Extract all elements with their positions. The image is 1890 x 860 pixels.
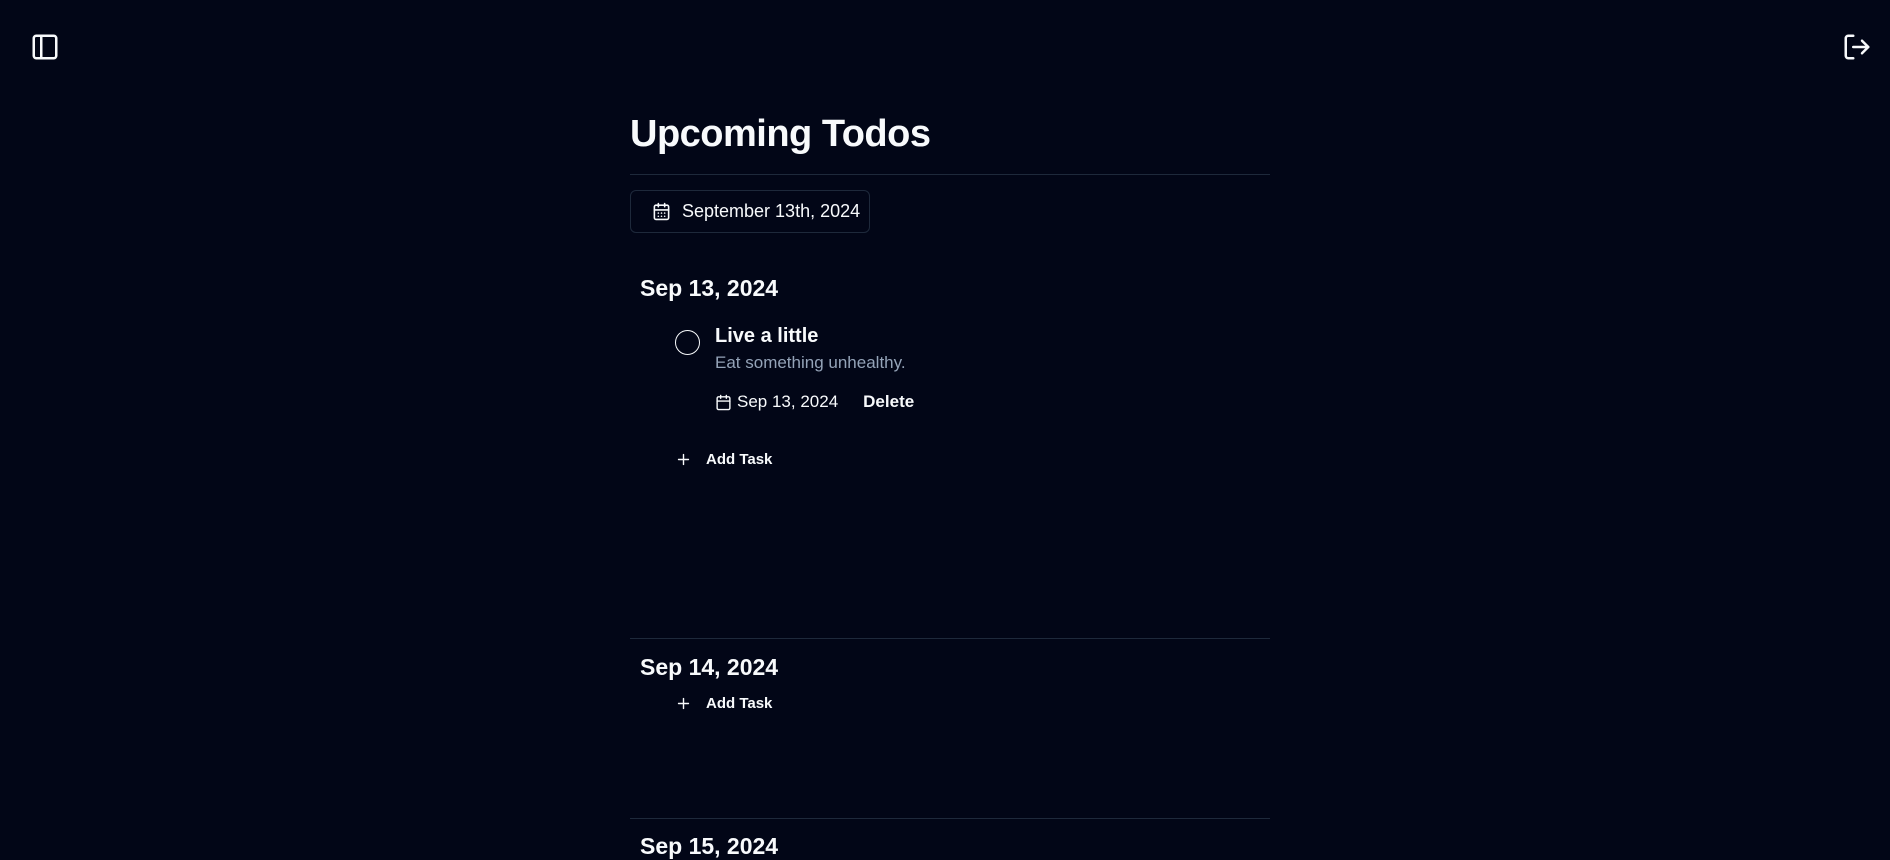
panel-left-icon	[32, 34, 58, 60]
task-title: Live a little	[715, 325, 819, 347]
day-heading: Sep 13, 2024	[640, 275, 779, 301]
task-complete-checkbox[interactable]	[675, 330, 700, 355]
plus-icon	[677, 453, 690, 466]
task-item: Live a little Eat something unhealthy. S…	[675, 325, 1235, 420]
delete-task-button[interactable]: Delete	[863, 392, 914, 412]
logout-button[interactable]	[1842, 32, 1872, 62]
day-divider	[630, 638, 1270, 639]
day-heading: Sep 15, 2024	[640, 833, 779, 859]
sidebar-toggle-button[interactable]	[30, 32, 60, 62]
title-divider	[630, 174, 1270, 175]
page-title: Upcoming Todos	[630, 113, 931, 155]
main-content: Upcoming Todos September 13th, 2024 Sep …	[630, 0, 1270, 859]
add-task-button[interactable]: Add Task	[675, 451, 772, 468]
add-task-button[interactable]: Add Task	[675, 695, 772, 712]
date-picker-value: September 13th, 2024	[682, 201, 861, 221]
day-divider	[630, 818, 1270, 819]
task-due-date-label: Sep 13, 2024	[737, 392, 839, 411]
date-picker-button[interactable]: September 13th, 2024	[630, 190, 870, 233]
plus-icon	[677, 697, 690, 710]
task-description: Eat something unhealthy.	[715, 353, 906, 372]
calendar-icon	[653, 202, 670, 221]
add-task-label: Add Task	[706, 451, 773, 468]
day-heading: Sep 14, 2024	[640, 654, 779, 680]
task-due-date: Sep 13, 2024	[715, 392, 838, 412]
calendar-icon	[716, 394, 731, 410]
add-task-label: Add Task	[706, 695, 773, 712]
task-meta: Sep 13, 2024 Delete	[715, 392, 914, 412]
log-out-icon	[1844, 34, 1870, 60]
